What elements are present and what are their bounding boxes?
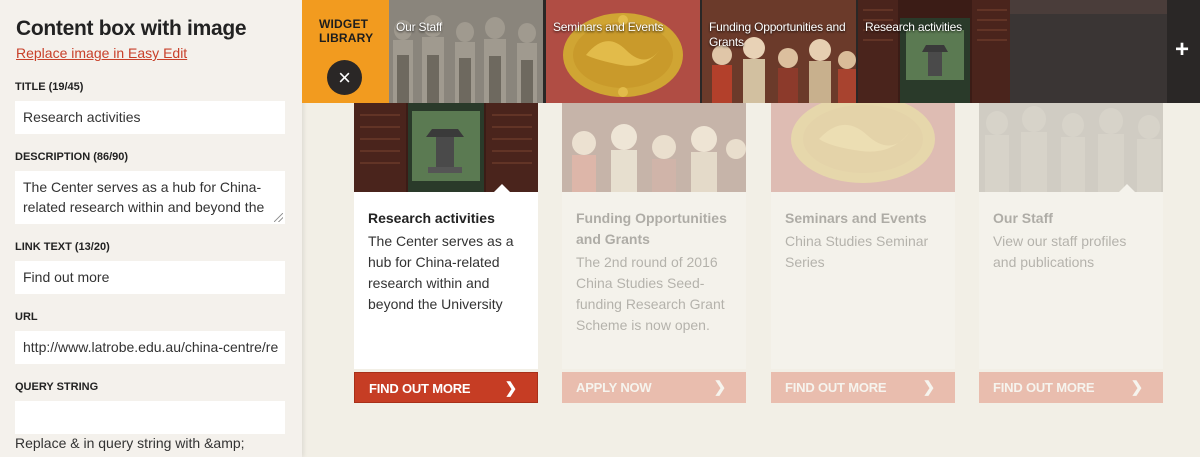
content-card-funding[interactable]: Funding Opportunities and Grants The 2nd… xyxy=(562,103,746,403)
temple-doorway-image xyxy=(354,103,538,192)
card-body: Seminars and Events China Studies Semina… xyxy=(771,192,955,369)
query-string-note: Replace & in query string with &amp; xyxy=(15,435,245,451)
button-label: APPLY NOW xyxy=(576,380,652,395)
find-out-more-button[interactable]: FIND OUT MORE ❯ xyxy=(771,372,955,403)
widget-library-label: WIDGET LIBRARY xyxy=(319,17,375,45)
library-empty-slot xyxy=(1010,0,1167,103)
button-label: FIND OUT MORE xyxy=(993,380,1095,395)
library-item-funding[interactable]: Funding Opportunities and Grants xyxy=(702,0,856,103)
card-title: Seminars and Events xyxy=(785,210,927,226)
editor-panel: Content box with image Replace image in … xyxy=(0,0,302,457)
card-title: Funding Opportunities and Grants xyxy=(576,210,727,247)
card-title: Our Staff xyxy=(993,210,1053,226)
terracotta-warriors-image xyxy=(979,103,1163,192)
library-item-label: Research activities xyxy=(865,20,962,34)
card-body: Our Staff View our staff profiles and pu… xyxy=(979,192,1163,369)
card-description: The Center serves as a hub for China-rel… xyxy=(368,233,514,312)
card-image xyxy=(771,103,955,192)
close-icon[interactable]: × xyxy=(327,60,362,95)
figurines-image xyxy=(562,103,746,192)
chevron-right-icon: ❯ xyxy=(922,379,936,396)
button-label: FIND OUT MORE xyxy=(785,380,887,395)
widget-library-label-text: WIDGET LIBRARY xyxy=(319,17,374,45)
link-text-input[interactable]: Find out more xyxy=(15,261,285,294)
golden-dragon-image xyxy=(546,0,700,103)
card-description: China Studies Seminar Series xyxy=(785,233,929,270)
plus-icon[interactable]: + xyxy=(1170,38,1194,62)
card-image xyxy=(562,103,746,192)
card-description: View our staff profiles and publications xyxy=(993,233,1127,270)
resize-grip-icon[interactable] xyxy=(274,213,283,222)
content-card-research[interactable]: Research activities The Center serves as… xyxy=(354,103,538,403)
query-string-label: QUERY STRING xyxy=(15,381,99,393)
apply-now-button[interactable]: APPLY NOW ❯ xyxy=(562,372,746,403)
widget-library-header: WIDGET LIBRARY × xyxy=(302,0,389,103)
widget-library: WIDGET LIBRARY × Our Staff Seminars and … xyxy=(302,0,1200,103)
library-item-research[interactable]: Research activities xyxy=(858,0,1012,103)
panel-title: Content box with image xyxy=(16,17,247,40)
card-image xyxy=(979,103,1163,192)
query-string-input[interactable] xyxy=(15,401,285,434)
temple-doorway-image xyxy=(858,0,1012,103)
chevron-right-icon: ❯ xyxy=(504,380,518,397)
link-text-label: LINK TEXT (13/20) xyxy=(15,241,110,253)
card-body: Research activities The Center serves as… xyxy=(354,192,538,369)
description-value: The Center serves as a hub for China-rel… xyxy=(23,179,265,215)
golden-dragon-image xyxy=(771,103,955,192)
card-body: Funding Opportunities and Grants The 2nd… xyxy=(562,192,746,369)
library-item-label: Our Staff xyxy=(396,20,443,34)
chevron-right-icon: ❯ xyxy=(713,379,727,396)
terracotta-warriors-image xyxy=(389,0,543,103)
library-item-seminars-events[interactable]: Seminars and Events xyxy=(546,0,700,103)
description-label: DESCRIPTION (86/90) xyxy=(15,151,129,163)
find-out-more-button[interactable]: FIND OUT MORE ❯ xyxy=(354,372,538,403)
replace-image-link[interactable]: Replace image in Easy Edit xyxy=(16,44,286,62)
card-image xyxy=(354,103,538,192)
figurines-image xyxy=(702,0,856,103)
card-title: Research activities xyxy=(368,210,495,226)
card-notch xyxy=(1119,184,1135,192)
library-item-label: Funding Opportunities and Grants xyxy=(709,20,846,49)
url-label: URL xyxy=(15,311,38,323)
card-description: The 2nd round of 2016 China Studies Seed… xyxy=(576,254,725,333)
content-card-seminars[interactable]: Seminars and Events China Studies Semina… xyxy=(771,103,955,403)
chevron-right-icon: ❯ xyxy=(1130,379,1144,396)
library-item-our-staff[interactable]: Our Staff xyxy=(389,0,543,103)
find-out-more-button[interactable]: FIND OUT MORE ❯ xyxy=(979,372,1163,403)
description-textarea[interactable]: The Center serves as a hub for China-rel… xyxy=(15,171,285,224)
card-notch xyxy=(494,184,510,192)
title-label: TITLE (19/45) xyxy=(15,81,84,93)
library-item-label: Seminars and Events xyxy=(553,20,664,34)
url-input[interactable]: http://www.latrobe.edu.au/china-centre/r… xyxy=(15,331,285,364)
content-card-staff[interactable]: Our Staff View our staff profiles and pu… xyxy=(979,103,1163,403)
title-input[interactable]: Research activities xyxy=(15,101,285,134)
button-label: FIND OUT MORE xyxy=(369,381,471,396)
